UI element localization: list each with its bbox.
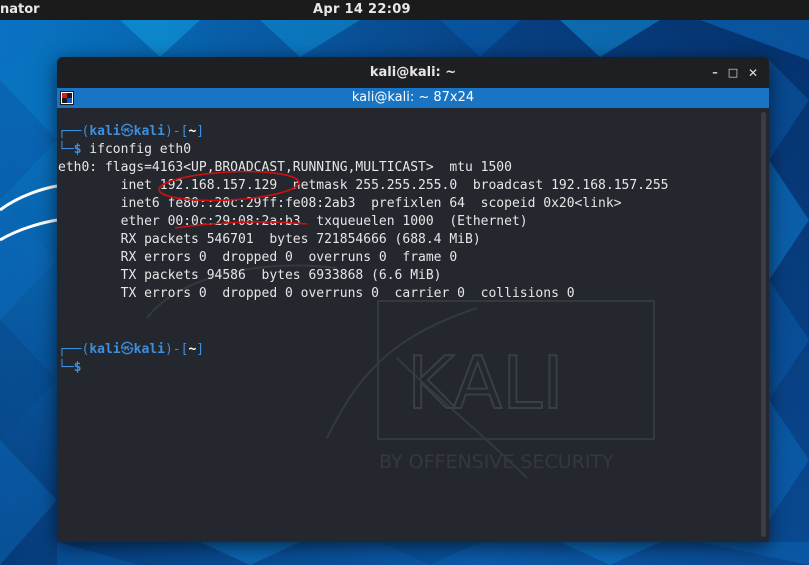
watermark-tagline: BY OFFENSIVE SECURITY xyxy=(379,451,614,473)
output-line: inet6 fe80::20c:29ff:fe08:2ab3 prefixlen… xyxy=(58,196,622,211)
prompt-line-1: ┌──(kali㉿kali)-[~] xyxy=(58,124,205,139)
tab-title: kali@kali: ~ 87x24 xyxy=(351,90,475,105)
output-line: ether 00:0c:29:08:2a:b3 txqueuelen 1000 … xyxy=(58,214,528,229)
top-panel: nator Apr 14 22:09 xyxy=(0,0,809,20)
command-text: ifconfig eth0 xyxy=(81,142,192,157)
output-line: inet 192.168.157.129 netmask 255.255.255… xyxy=(58,178,669,193)
maximize-button[interactable]: □ xyxy=(725,65,741,81)
watermark-logo: KALI xyxy=(407,341,564,425)
terminal-area[interactable]: KALI BY OFFENSIVE SECURITY ┌──(kali㉿kali… xyxy=(57,108,757,542)
kali-skull-icon: ㉿ xyxy=(120,342,134,357)
close-button[interactable]: ✕ xyxy=(745,65,761,81)
minimize-button[interactable]: – xyxy=(707,65,723,81)
terminal-window: kali@kali: ~ – □ ✕ kali@kali: ~ 87x24 KA… xyxy=(57,57,769,542)
terminal-scrollbar[interactable] xyxy=(757,108,769,542)
output-line: eth0: flags=4163<UP,BROADCAST,RUNNING,MU… xyxy=(58,160,512,175)
command-line: └─$ ifconfig eth0 xyxy=(58,142,192,157)
scrollbar-thumb[interactable] xyxy=(761,112,766,537)
app-menu-label[interactable]: nator xyxy=(0,0,40,20)
window-titlebar[interactable]: kali@kali: ~ – □ ✕ xyxy=(57,57,769,88)
current-prompt: └─$ xyxy=(58,360,82,375)
prompt-line-2: ┌──(kali㉿kali)-[~] xyxy=(58,342,205,357)
kali-skull-icon: ㉿ xyxy=(120,124,134,139)
output-line: TX errors 0 dropped 0 overruns 0 carrier… xyxy=(58,286,575,301)
output-line: RX packets 546701 bytes 721854666 (688.4… xyxy=(58,232,481,247)
terminal-tab-bar: kali@kali: ~ 87x24 xyxy=(57,88,769,108)
clock[interactable]: Apr 14 22:09 xyxy=(313,0,411,20)
output-line: TX packets 94586 bytes 6933868 (6.6 MiB) xyxy=(58,268,442,283)
window-title: kali@kali: ~ xyxy=(369,65,457,80)
output-line: RX errors 0 dropped 0 overruns 0 frame 0 xyxy=(58,250,458,265)
